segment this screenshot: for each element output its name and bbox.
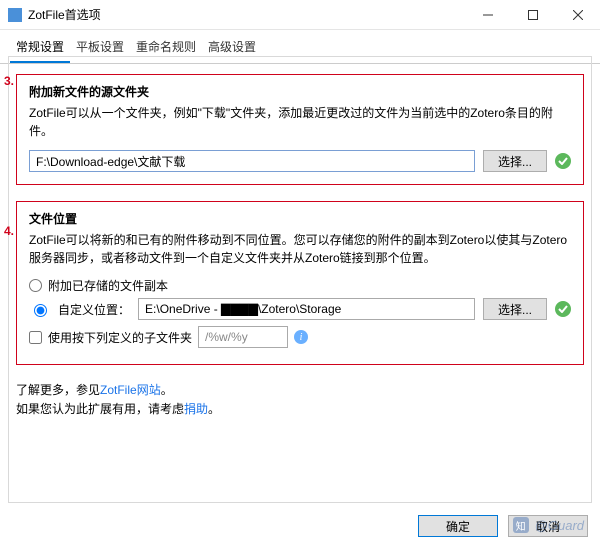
location-desc: ZotFile可以将新的和已有的附件移动到不同位置。您可以存储您的附件的副本到Z… — [29, 231, 571, 267]
check-icon — [555, 153, 571, 169]
donate-link[interactable]: 捐助 — [184, 402, 208, 416]
learn-period: 。 — [161, 383, 173, 397]
minimize-icon — [483, 10, 493, 20]
tab-advanced[interactable]: 高级设置 — [202, 34, 262, 63]
annotation-4: 4. — [4, 224, 14, 238]
source-path-input[interactable] — [29, 150, 475, 172]
close-icon — [573, 10, 583, 20]
zotfile-site-link[interactable]: ZotFile网站 — [100, 383, 161, 397]
learn-more: 了解更多，参见ZotFile网站。 如果您认为此扩展有用，请考虑捐助。 — [16, 381, 584, 419]
source-title: 附加新文件的源文件夹 — [29, 83, 571, 100]
location-group: 文件位置 ZotFile可以将新的和已有的附件移动到不同位置。您可以存储您的附件… — [16, 201, 584, 365]
check-icon — [555, 301, 571, 317]
annotation-3: 3. — [4, 74, 14, 88]
info-icon[interactable]: i — [294, 330, 308, 344]
subfolder-pattern-input — [198, 326, 288, 348]
content-area: 3. 附加新文件的源文件夹 ZotFile可以从一个文件夹，例如"下载"文件夹，… — [0, 64, 600, 429]
maximize-button[interactable] — [510, 0, 555, 30]
learn-line2a: 如果您认为此扩展有用，请考虑 — [16, 402, 184, 416]
tab-tablet[interactable]: 平板设置 — [70, 34, 130, 63]
learn-prefix: 了解更多，参见 — [16, 383, 100, 397]
window-title: ZotFile首选项 — [28, 6, 101, 23]
custom-choose-button[interactable]: 选择... — [483, 298, 547, 320]
radio-custom-label: 自定义位置： — [58, 301, 130, 318]
ok-button[interactable]: 确定 — [418, 515, 498, 537]
subfolder-checkbox[interactable] — [29, 331, 42, 344]
location-title: 文件位置 — [29, 210, 571, 227]
radio-attach-copy[interactable] — [29, 279, 42, 292]
custom-path-input[interactable] — [138, 298, 475, 320]
dialog-footer: 确定 取消 — [418, 515, 588, 537]
source-choose-button[interactable]: 选择... — [483, 150, 547, 172]
titlebar: ZotFile首选项 — [0, 0, 600, 30]
source-desc: ZotFile可以从一个文件夹，例如"下载"文件夹，添加最近更改过的文件为当前选… — [29, 104, 571, 140]
radio-custom-location[interactable] — [34, 304, 47, 317]
tab-rename[interactable]: 重命名规则 — [130, 34, 202, 63]
app-icon — [8, 8, 22, 22]
tab-general[interactable]: 常规设置 — [10, 34, 70, 63]
close-button[interactable] — [555, 0, 600, 30]
subfolder-label: 使用按下列定义的子文件夹 — [48, 329, 192, 346]
source-folder-group: 附加新文件的源文件夹 ZotFile可以从一个文件夹，例如"下载"文件夹，添加最… — [16, 74, 584, 185]
minimize-button[interactable] — [465, 0, 510, 30]
tab-bar: 常规设置 平板设置 重命名规则 高级设置 — [0, 30, 600, 64]
radio-attach-label: 附加已存储的文件副本 — [48, 277, 168, 294]
cancel-button[interactable]: 取消 — [508, 515, 588, 537]
maximize-icon — [528, 10, 538, 20]
learn-line2b: 。 — [208, 402, 220, 416]
